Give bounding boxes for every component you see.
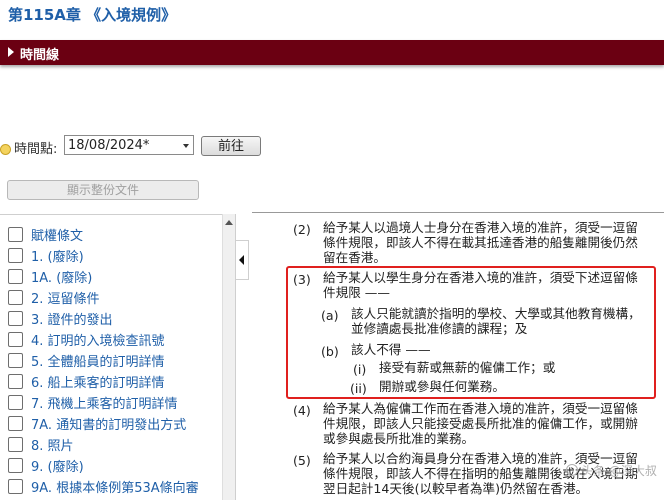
subparagraph-number: (i)	[353, 362, 367, 377]
list-item[interactable]: 賦權條文	[8, 225, 83, 245]
date-select[interactable]: 18/08/2024*	[64, 135, 194, 155]
list-item-label[interactable]: 1A. (廢除)	[31, 271, 92, 286]
text-line: 給予某人以過境人士身分在香港入境的准許，須受一逗留	[323, 220, 638, 235]
text-line: 或參與處長所批准的業務。	[323, 431, 475, 446]
text-line: 給予某人以學生身分在香港入境的准許，須受下述逗留條	[323, 270, 638, 285]
text-line: 並修讀處長批准修讀的課程；及	[351, 321, 528, 336]
checkbox[interactable]	[8, 269, 23, 284]
sidebar-scrollbar[interactable]	[222, 214, 235, 500]
list-item[interactable]: 3. 證件的發出	[8, 309, 113, 329]
point-in-time-text: 時間點:	[14, 142, 58, 157]
checkbox[interactable]	[8, 374, 23, 389]
timeline-label: 時間線	[20, 48, 60, 63]
list-item-label[interactable]: 2. 逗留條件	[31, 292, 100, 307]
list-item-label[interactable]: 6. 船上乘客的訂明詳情	[31, 376, 165, 391]
subsection-4: 給予某人為僱傭工作而在香港入境的准許，須受一逗留條 件規限，即該人只能接受處長所…	[323, 401, 638, 446]
text-line: 件規限，即該人只能接受處長所批准的僱傭工作，或開辦	[323, 416, 638, 431]
text-line: 留在香港。	[323, 250, 386, 265]
list-item[interactable]: 9. (廢除)	[8, 456, 84, 476]
list-item-label[interactable]: 賦權條文	[31, 229, 83, 244]
subparagraph-3bi: 接受有薪或無薪的僱傭工作；或	[379, 360, 555, 375]
dropdown-arrow-icon[interactable]	[183, 144, 189, 148]
text-line: 該人只能就讀於指明的學校、大學或其他教育機構，	[351, 306, 641, 321]
checkbox[interactable]	[8, 395, 23, 410]
paragraph-3a: 該人只能就讀於指明的學校、大學或其他教育機構， 並修讀處長批准修讀的課程；及	[351, 306, 641, 336]
subsection-number: (3)	[293, 272, 311, 287]
list-item-label[interactable]: 5. 全體船員的訂明詳情	[31, 355, 165, 370]
watermark-logo-icon	[566, 464, 578, 476]
checkbox[interactable]	[8, 311, 23, 326]
list-item[interactable]: 1A. (廢除)	[8, 267, 92, 287]
checkbox[interactable]	[8, 437, 23, 452]
text-line: 條件規限，即該人不得在載其抵達香港的船隻離開後仍然	[323, 235, 638, 250]
checkbox[interactable]	[8, 353, 23, 368]
text-line: 翌日起計14天後(以較早者為準)仍然留在香港。	[323, 481, 589, 496]
checkbox[interactable]	[8, 479, 23, 494]
list-item[interactable]: 9A. 根據本條例第53A條向審	[8, 477, 199, 497]
list-item-label[interactable]: 3. 證件的發出	[31, 313, 113, 328]
section-list: 賦權條文 1. (廢除) 1A. (廢除) 2. 逗留條件 3. 證件的發出 4…	[0, 214, 236, 500]
subsection-2: 給予某人以過境人士身分在香港入境的准許，須受一逗留 條件規限，即該人不得在載其抵…	[323, 220, 638, 265]
list-item-label[interactable]: 9. (廢除)	[31, 460, 84, 475]
point-in-time-label: 時間點:	[0, 138, 57, 157]
subparagraph-number: (ii)	[350, 381, 367, 396]
list-item[interactable]: 4. 訂明的入境檢查訊號	[8, 330, 165, 350]
subsection-number: (5)	[293, 453, 311, 468]
list-item[interactable]: 1. (廢除)	[8, 246, 84, 266]
checkbox[interactable]	[8, 227, 23, 242]
show-full-document-button[interactable]: 顯示整份文件	[7, 180, 199, 200]
list-item[interactable]: 7A. 通知書的訂明發出方式	[8, 414, 186, 434]
list-item-label[interactable]: 7A. 通知書的訂明發出方式	[31, 418, 186, 433]
list-item[interactable]: 8. 照片	[8, 435, 74, 455]
go-button[interactable]: 前往	[201, 136, 261, 156]
paragraph-number: (b)	[321, 344, 339, 359]
text-line: 給予某人為僱傭工作而在香港入境的准許，須受一逗留條	[323, 401, 638, 416]
subsection-number: (2)	[293, 222, 311, 237]
page-title: 第115A章 《入境規例》	[8, 6, 177, 24]
subsection-number: (4)	[293, 403, 311, 418]
list-item[interactable]: 5. 全體船員的訂明詳情	[8, 351, 165, 371]
collapse-sidebar-button[interactable]	[236, 240, 249, 280]
list-item[interactable]: 7. 飛機上乘客的訂明詳情	[8, 393, 178, 413]
text-line: 接受有薪或無薪的僱傭工作；或	[379, 360, 556, 375]
paragraph-number: (a)	[321, 308, 339, 323]
paragraph-3b: 該人不得 ——	[351, 342, 431, 357]
list-item[interactable]: 2. 逗留條件	[8, 288, 100, 308]
text-line: 開辦或參與任何業務。	[379, 379, 505, 394]
timeline-bar[interactable]: 時間線	[0, 40, 664, 65]
list-item[interactable]: 6. 船上乘客的訂明詳情	[8, 372, 165, 392]
collapse-left-icon	[239, 255, 244, 265]
watermark-text: 头条 @深大叔	[581, 464, 657, 478]
subparagraph-3bii: 開辦或參與任何業務。	[379, 379, 505, 394]
checkbox[interactable]	[8, 290, 23, 305]
subsection-3: 給予某人以學生身分在香港入境的准許，須受下述逗留條 件規限 ——	[323, 270, 638, 300]
checkbox[interactable]	[8, 416, 23, 431]
list-item-label[interactable]: 7. 飛機上乘客的訂明詳情	[31, 397, 178, 412]
date-value: 18/08/2024*	[68, 138, 150, 153]
list-item-label[interactable]: 1. (廢除)	[31, 250, 84, 265]
list-item-label[interactable]: 4. 訂明的入境檢查訊號	[31, 334, 165, 349]
checkbox[interactable]	[8, 332, 23, 347]
scroll-up-icon[interactable]	[225, 220, 233, 225]
expand-triangle-icon[interactable]	[8, 47, 14, 57]
checkbox[interactable]	[8, 248, 23, 263]
watermark: 头条 @深大叔	[566, 462, 657, 479]
list-item-label[interactable]: 9A. 根據本條例第53A條向審	[31, 481, 199, 496]
checkbox[interactable]	[8, 458, 23, 473]
text-line: 件規限 ——	[323, 285, 390, 300]
lightbulb-icon	[0, 144, 11, 155]
text-line: 該人不得 ——	[351, 342, 431, 357]
list-item-label[interactable]: 8. 照片	[31, 439, 74, 454]
